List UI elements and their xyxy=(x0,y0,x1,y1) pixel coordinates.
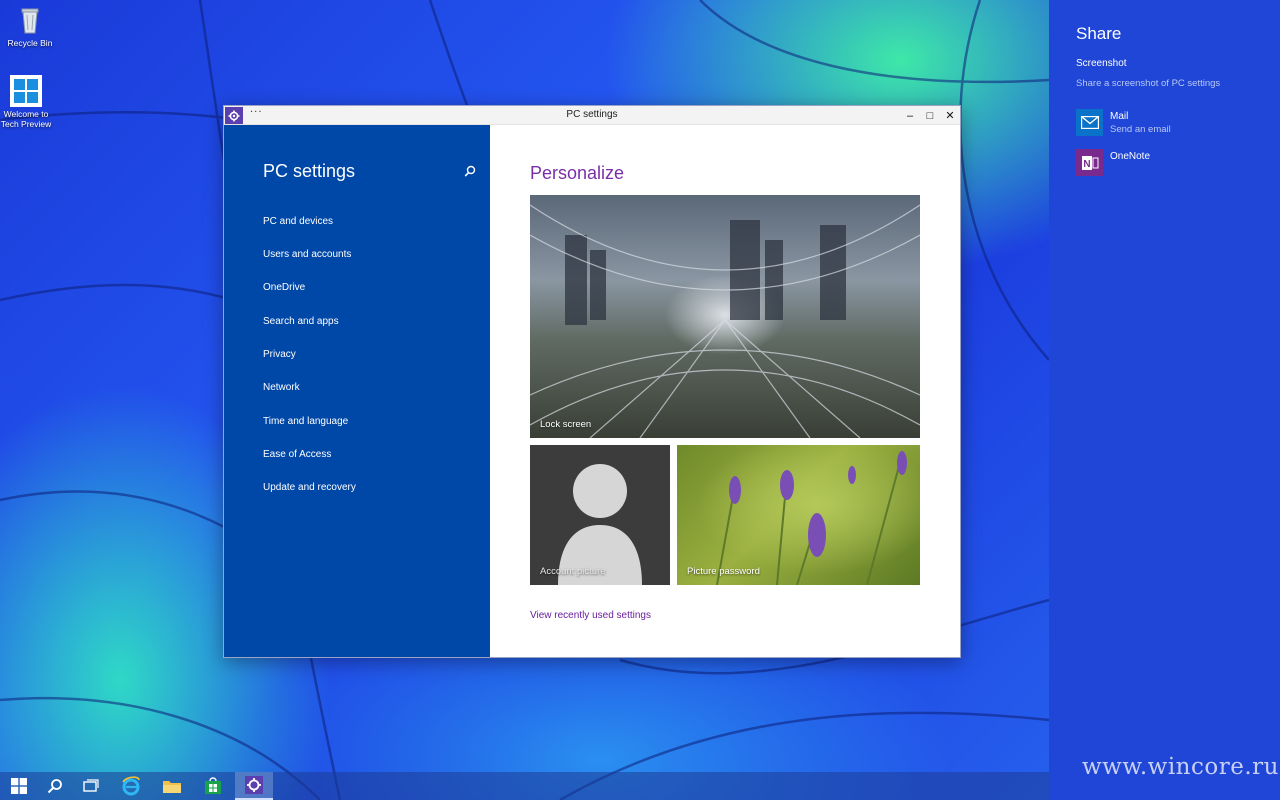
sidebar-item-onedrive[interactable]: OneDrive xyxy=(263,282,305,293)
onenote-icon: N xyxy=(1076,149,1103,176)
share-target-onenote[interactable]: N OneNote xyxy=(1076,149,1266,177)
onenote-name: OneNote xyxy=(1110,151,1151,162)
svg-text:N: N xyxy=(1083,159,1090,170)
windows-start-icon xyxy=(11,778,27,794)
file-explorer-button[interactable] xyxy=(153,772,191,800)
account-picture-label: Account picture xyxy=(540,566,606,577)
pc-settings-taskbar-button[interactable] xyxy=(235,772,273,800)
maximize-button[interactable]: □ xyxy=(920,106,940,125)
welcome-label-line1: Welcome to xyxy=(3,109,49,119)
sidebar-item-pc-and-devices[interactable]: PC and devices xyxy=(263,216,333,227)
view-recent-settings-link[interactable]: View recently used settings xyxy=(530,610,651,621)
windows-logo-icon xyxy=(10,75,42,107)
pc-settings-window: ··· PC settings – □ ✕ PC settings PC and… xyxy=(223,105,961,658)
task-view-icon xyxy=(83,779,99,792)
store-button[interactable] xyxy=(194,772,232,800)
sidebar-item-time-and-language[interactable]: Time and language xyxy=(263,416,348,427)
sidebar-item-privacy[interactable]: Privacy xyxy=(263,349,296,360)
account-picture-tile[interactable]: Account picture xyxy=(530,445,670,585)
lock-screen-label: Lock screen xyxy=(540,419,592,430)
sidebar-item-update-and-recovery[interactable]: Update and recovery xyxy=(263,482,356,493)
window-title: PC settings xyxy=(566,109,618,120)
search-icon[interactable] xyxy=(464,165,476,177)
recycle-bin-icon xyxy=(14,4,46,36)
sidebar-item-users-and-accounts[interactable]: Users and accounts xyxy=(263,249,351,260)
sidebar-item-network[interactable]: Network xyxy=(263,382,300,393)
store-icon xyxy=(205,777,221,794)
picture-password-tile[interactable]: Picture password xyxy=(677,445,920,585)
share-charm-pane: Share Screenshot Share a screenshot of P… xyxy=(1049,0,1280,800)
sidebar-heading: PC settings xyxy=(263,161,356,181)
user-silhouette-icon xyxy=(558,464,642,585)
minimize-button[interactable]: – xyxy=(900,106,920,125)
mail-description: Send an email xyxy=(1110,124,1171,135)
lock-screen-tile[interactable]: Lock screen xyxy=(530,195,920,438)
mail-name: Mail xyxy=(1110,111,1129,122)
site-watermark: www.wincore.ru xyxy=(1082,754,1279,780)
close-button[interactable]: ✕ xyxy=(940,106,960,125)
welcome-label-line2: Tech Preview xyxy=(0,119,52,129)
recycle-bin-label: Recycle Bin xyxy=(7,38,53,48)
share-subtitle: Screenshot xyxy=(1076,58,1127,69)
taskbar-search-button[interactable] xyxy=(36,772,74,800)
task-view-button[interactable] xyxy=(72,772,110,800)
start-button[interactable] xyxy=(0,772,38,800)
share-description: Share a screenshot of PC settings xyxy=(1076,78,1221,89)
taskbar xyxy=(0,772,1049,800)
internet-explorer-icon xyxy=(122,776,140,796)
picture-password-label: Picture password xyxy=(687,566,760,577)
share-target-mail[interactable]: Mail Send an email xyxy=(1076,109,1266,137)
share-title: Share xyxy=(1076,24,1122,43)
title-bar[interactable]: ··· PC settings – □ ✕ xyxy=(224,106,960,125)
recycle-bin-shortcut[interactable]: Recycle Bin xyxy=(0,4,60,48)
sidebar-item-search-and-apps[interactable]: Search and apps xyxy=(263,316,339,327)
search-icon xyxy=(47,779,62,794)
page-title: Personalize xyxy=(530,163,625,183)
internet-explorer-button[interactable] xyxy=(112,772,150,800)
settings-content: Personalize Lock screen Account picture … xyxy=(490,125,960,657)
lock-screen-image xyxy=(530,204,920,438)
lavender-image xyxy=(716,451,907,585)
mail-icon xyxy=(1076,109,1103,136)
sidebar-item-ease-of-access[interactable]: Ease of Access xyxy=(263,449,331,460)
gear-icon xyxy=(245,776,263,794)
folder-icon xyxy=(163,781,181,793)
welcome-shortcut[interactable]: Welcome to Tech Preview xyxy=(0,75,56,129)
settings-sidebar: PC settings PC and devices Users and acc… xyxy=(224,125,490,657)
